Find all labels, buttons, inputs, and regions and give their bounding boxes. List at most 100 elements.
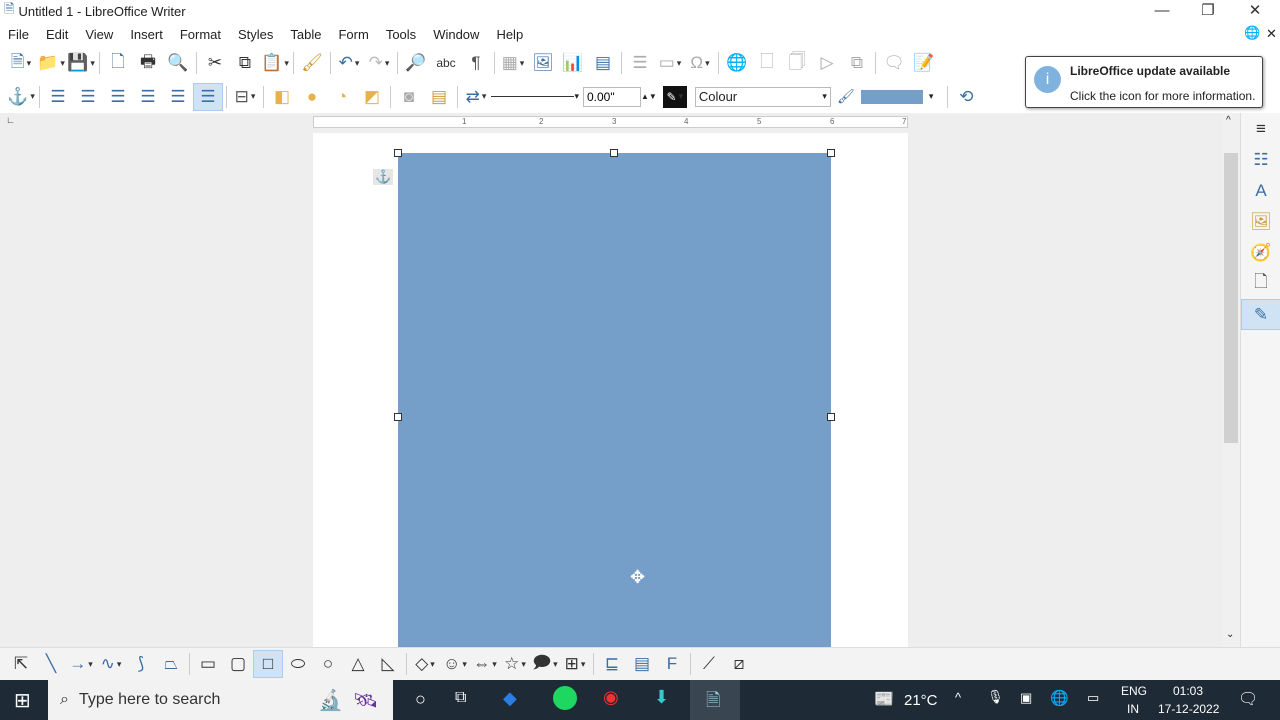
menu-tools[interactable]: Tools [386,27,416,42]
menu-window[interactable]: Window [433,27,479,42]
page-icon[interactable]: 🗋 [1241,268,1280,299]
menu-styles[interactable]: Styles [238,27,273,42]
line-arrow-style-icon[interactable]: ⇄ [461,83,491,111]
copy-icon[interactable]: ⧉ [230,49,260,77]
spelling-icon[interactable]: abc [431,49,461,77]
paste-icon[interactable]: 📋 [260,49,290,77]
network-icon[interactable]: 🌐 [1050,689,1069,707]
print-preview-icon[interactable]: 🔍 [163,49,193,77]
clock-time[interactable]: 01:03 [1173,684,1203,698]
microscope-icon[interactable]: 🔬 [318,688,343,713]
bring-to-front-icon[interactable]: ◧ [267,83,297,111]
line-icon[interactable]: ╲ [36,650,66,678]
formatting-marks-icon[interactable]: ¶ [461,49,491,77]
task-view-icon[interactable]: ⧉ [455,689,466,707]
wrap-left-icon[interactable]: ☰ [133,83,163,111]
callouts-icon[interactable]: 🗩 [530,650,560,678]
to-foreground-icon[interactable]: ◙ [394,83,424,111]
basic-shapes-icon[interactable]: ◇ [410,650,440,678]
flowchart-icon[interactable]: ⊞ [560,650,590,678]
new-document-icon[interactable]: 🗎 [6,49,36,77]
undo-icon[interactable]: ↶ [334,49,364,77]
clone-formatting-icon[interactable]: 🖌 [297,49,327,77]
footnote-icon[interactable]: 🗌 [752,49,782,77]
restore-button[interactable]: ❐ [1185,0,1231,22]
close-button[interactable]: ✕ [1232,0,1278,22]
menu-insert[interactable]: Insert [130,27,163,42]
resize-handle[interactable] [827,149,835,157]
camera-icon[interactable]: ▣ [1020,690,1032,706]
wrap-page-icon[interactable]: ☰ [73,83,103,111]
triangle-icon[interactable]: △ [343,650,373,678]
update-globe-icon[interactable]: 🌐 [1244,25,1260,41]
back-one-icon[interactable]: ◔ [327,83,357,111]
print-icon[interactable]: 🖶 [133,49,163,77]
forward-one-icon[interactable]: ● [297,83,327,111]
menu-format[interactable]: Format [180,27,221,42]
track-changes-icon[interactable]: 📝 [909,49,939,77]
line-width-spinner[interactable]: ▲▼ [641,92,657,101]
menu-edit[interactable]: Edit [46,27,68,42]
spotify-icon[interactable] [553,686,577,710]
weather-text[interactable]: 21°C [904,692,938,709]
special-character-icon[interactable]: Ω [685,49,715,77]
style-inspector-icon[interactable]: ✎ [1241,299,1280,330]
circle-icon[interactable]: ○ [313,650,343,678]
fill-color-icon[interactable]: 🖌 [831,83,861,111]
stars-icon[interactable]: ☆ [500,650,530,678]
fill-color-dropdown[interactable]: ▾ [929,91,934,102]
show-hidden-icons[interactable]: ^ [955,690,961,705]
cut-icon[interactable]: ✂ [200,49,230,77]
menu-form[interactable]: Form [338,27,368,42]
news-icon[interactable]: 📰 [874,689,894,709]
export-pdf-icon[interactable]: 🗋 [103,49,133,77]
send-to-back-icon[interactable]: ◩ [357,83,387,111]
touchpad-icon[interactable]: ▭ [1087,690,1099,706]
scrollbar-thumb[interactable] [1224,153,1238,443]
scroll-up-icon[interactable]: ^ [1226,115,1231,126]
points-icon[interactable]: ⟋ [694,650,724,678]
wrap-off-icon[interactable]: ☰ [43,83,73,111]
table-icon[interactable]: ▦ [498,49,528,77]
language-region[interactable]: IN [1127,702,1139,716]
wrap-optimal-icon[interactable]: ☰ [103,83,133,111]
line-color-icon[interactable]: ✎ [662,85,687,108]
cross-reference-icon[interactable]: ⧉ [842,49,872,77]
menu-file[interactable]: File [8,27,29,42]
installer-icon[interactable]: ⬇ [654,687,669,708]
update-notification[interactable]: i LibreOffice update available Click the… [1025,56,1263,108]
rectangle-shape[interactable]: ✥ [394,149,835,647]
microphone-icon[interactable]: 🎙 [987,689,1004,705]
wrap-right-icon[interactable]: ☰ [163,83,193,111]
anchor-marker-icon[interactable]: ⚓ [373,169,394,185]
endnote-icon[interactable]: 🗍 [782,49,812,77]
ruler-scale[interactable]: 1 2 3 4 5 6 7 [313,116,908,128]
rounded-rectangle-icon[interactable]: ▢ [223,650,253,678]
line-ends-arrow-icon[interactable]: → [66,650,96,678]
save-icon[interactable]: 💾 [66,49,96,77]
styles-icon[interactable]: A [1241,175,1280,206]
symbol-shapes-icon[interactable]: ☺ [440,650,470,678]
wpm-icon[interactable]: ◉ [603,687,619,708]
rotate-icon[interactable]: ⟲ [951,83,981,111]
freeform-icon[interactable]: ⏢ [156,650,186,678]
close-document-icon[interactable]: ✕ [1266,26,1277,42]
line-width-field[interactable] [583,86,641,107]
square-icon[interactable]: □ [253,650,283,678]
notifications-icon[interactable]: 🗨 [1238,689,1258,709]
redo-icon[interactable]: ↷ [364,49,394,77]
align-objects-icon[interactable]: ⊟ [230,83,260,111]
insert-text-box-icon[interactable]: ▤ [627,650,657,678]
rectangle-icon[interactable]: ▭ [193,650,223,678]
chart-icon[interactable]: 📊 [558,49,588,77]
ellipse-icon[interactable]: ⬭ [283,650,313,678]
to-background-icon[interactable]: ▤ [424,83,454,111]
block-arrows-icon[interactable]: ⇔ [470,650,500,678]
language-code[interactable]: ENG [1121,684,1147,698]
taskbar-search[interactable]: ⌕ Type here to search 🔬 🛰 [48,680,393,720]
area-style-select[interactable]: Colour ▾ [694,86,831,107]
menu-table[interactable]: Table [290,27,321,42]
fontwork-icon[interactable]: F [657,650,687,678]
open-icon[interactable]: 📁 [36,49,66,77]
hyperlink-icon[interactable]: 🌐 [722,49,752,77]
